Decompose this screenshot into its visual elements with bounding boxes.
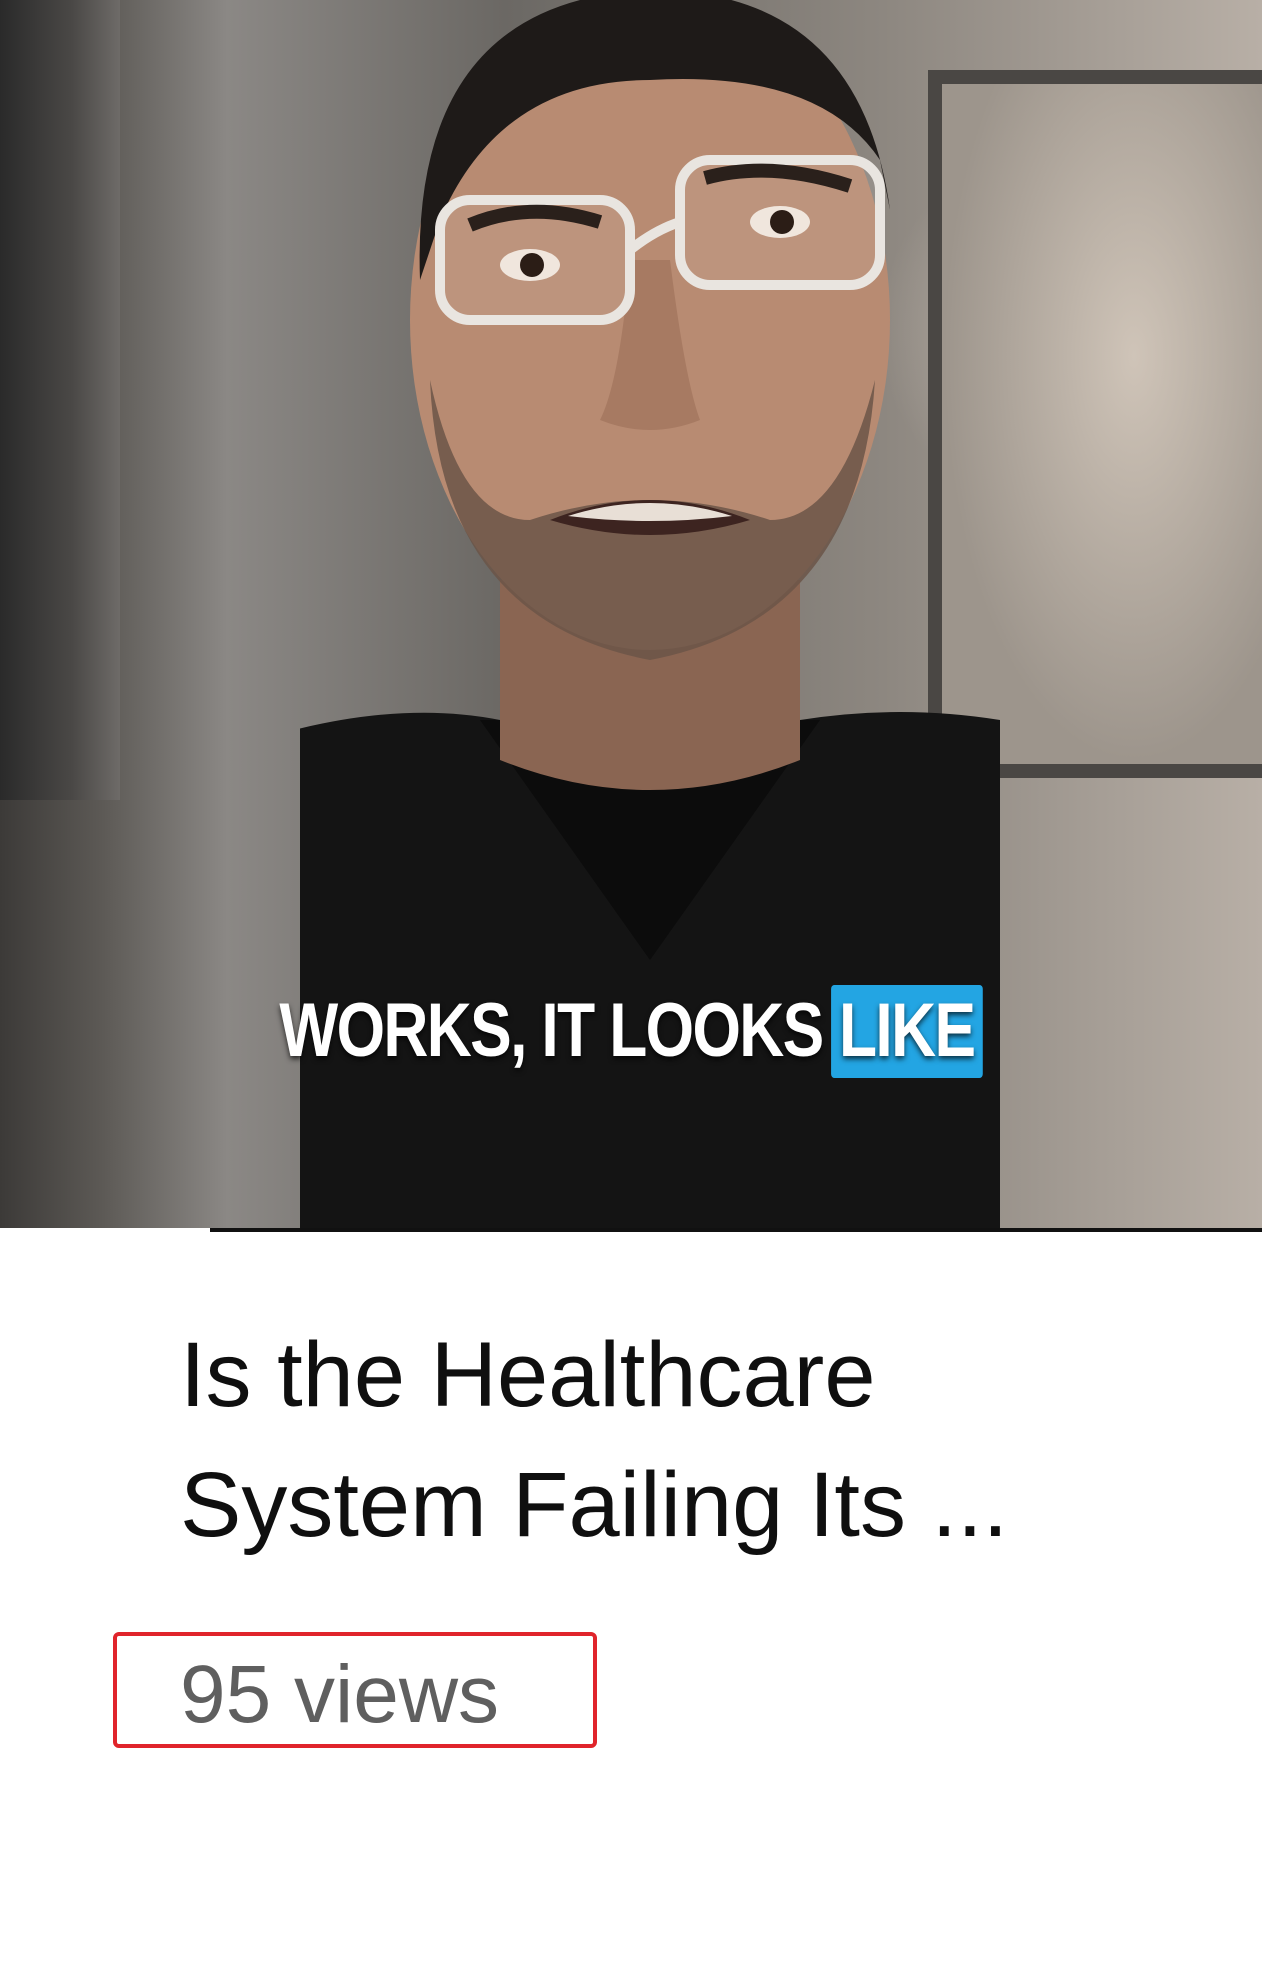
caption-highlight-text: LIKE	[830, 985, 983, 1078]
caption-main-text: WORKS, IT LOOKS	[279, 988, 824, 1073]
video-title[interactable]: Is the Healthcare System Failing Its ...	[180, 1310, 1180, 1570]
background-wall-frame-left	[0, 0, 120, 800]
video-card[interactable]: WORKS, IT LOOKS LIKE Is the Healthcare Sy…	[0, 0, 1262, 1980]
thumbnail-bottom-edge	[0, 1228, 1262, 1232]
video-thumbnail[interactable]: WORKS, IT LOOKS LIKE	[0, 0, 1262, 1232]
view-count: 95 views	[180, 1649, 500, 1740]
thumbnail-caption: WORKS, IT LOOKS LIKE	[114, 985, 1149, 1078]
